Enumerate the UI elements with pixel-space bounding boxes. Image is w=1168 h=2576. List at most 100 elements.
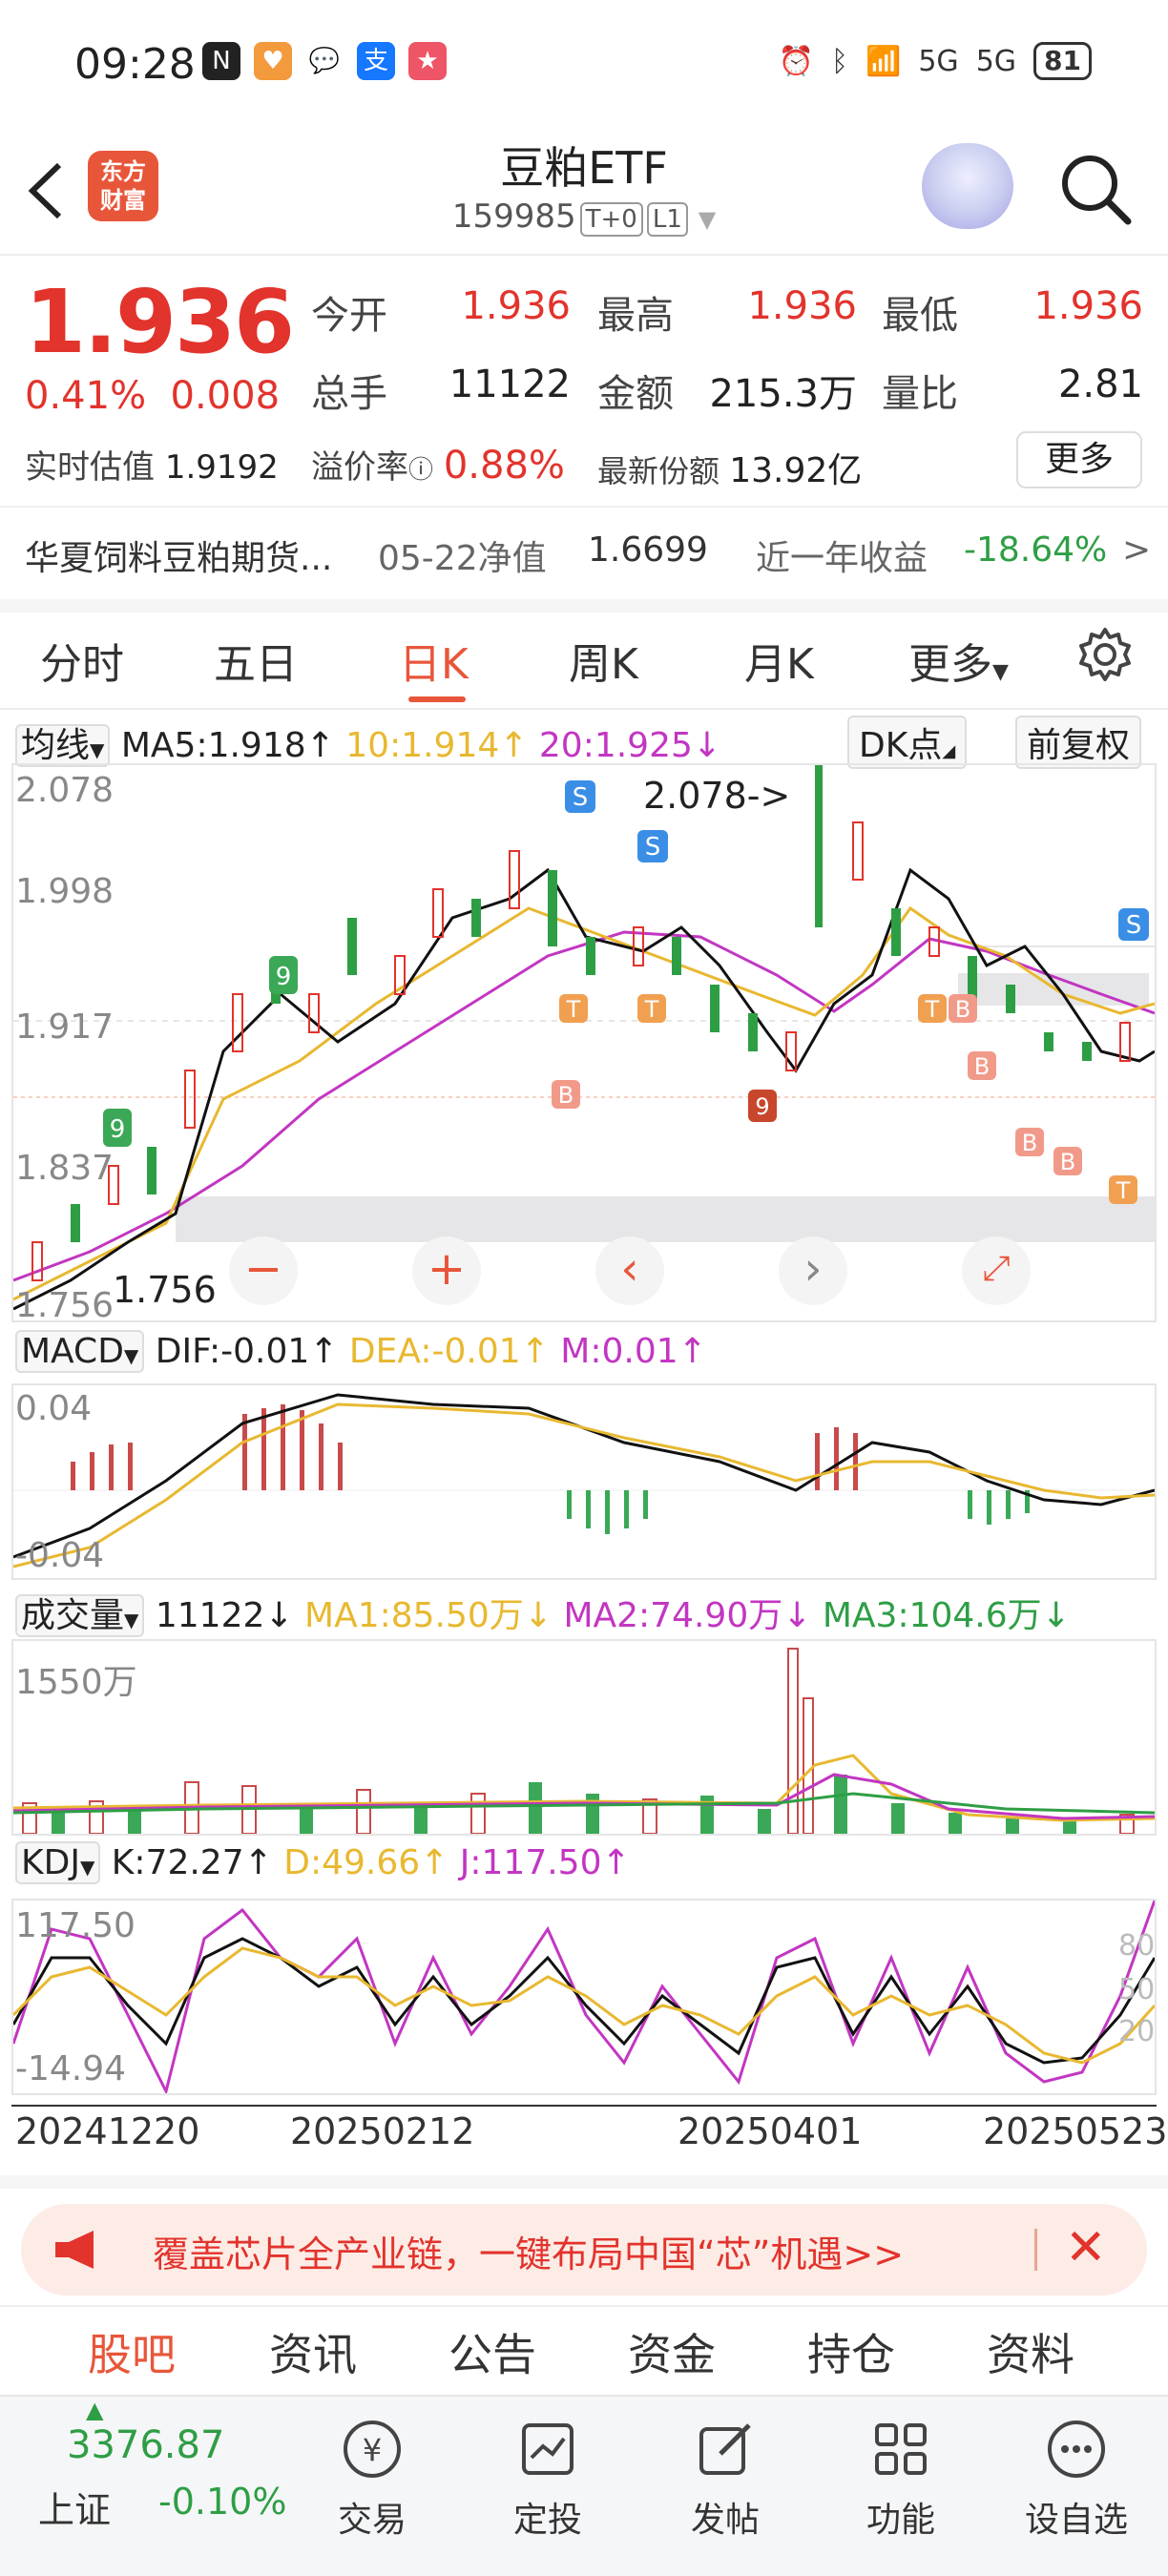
alarm-icon: ⏰ (778, 44, 814, 78)
tab-forum[interactable]: 股吧 (88, 2320, 176, 2383)
premium-row[interactable]: 溢价率ⓘ 0.88% (311, 441, 565, 488)
zoom-in-button[interactable]: + (412, 1236, 481, 1305)
arrow-down-icon: ↓ (1041, 1596, 1071, 1635)
tab-more-label: 更多 (908, 640, 992, 689)
amount-label: 金额 (597, 372, 674, 416)
tab-five-day[interactable]: 五日 (214, 630, 298, 691)
svg-text:B: B (955, 996, 970, 1023)
close-icon[interactable]: ✕ (1065, 2219, 1107, 2276)
year-return-value: -18.64% (964, 530, 1108, 570)
tab-profile[interactable]: 资料 (987, 2320, 1074, 2383)
volume-dropdown[interactable]: 成交量▼ (15, 1594, 145, 1637)
shopping-icon: ★ (408, 42, 447, 80)
dk-point-button[interactable]: DK点◢ (847, 716, 968, 769)
index-value[interactable]: 3376.87 (67, 2423, 224, 2467)
section-gap (0, 2175, 1168, 2189)
fullscreen-button[interactable]: ⤢ (962, 1236, 1031, 1305)
volume-chart[interactable]: 1550万 (11, 1639, 1157, 1836)
tab-news[interactable]: 资讯 (269, 2320, 357, 2383)
status-bar: 09:28 N ♥ 💬 支 ★ ⏰ ᛒ 📶 5G 5G 81 (0, 0, 1168, 134)
indicator-dropdown[interactable]: 均线▼ (15, 724, 111, 767)
macd-svg (12, 1393, 1156, 1568)
features-button[interactable]: 功能 (834, 2416, 968, 2542)
volume-ma3: MA3:104.6万 (822, 1596, 1042, 1635)
arrow-up-icon: ↑ (601, 1843, 631, 1882)
kdj-svg (11, 1900, 1157, 2096)
assistant-avatar[interactable] (922, 143, 1013, 229)
tab-capital[interactable]: 资金 (628, 2320, 716, 2383)
tab-more[interactable]: 更多▼ (908, 630, 1009, 691)
bluetooth-icon: ᛒ (830, 44, 848, 78)
nfc-icon: N (202, 42, 240, 80)
premium-label: 溢价率 (311, 448, 408, 487)
features-label: 功能 (866, 2501, 935, 2540)
high-label: 最高 (597, 294, 674, 338)
arrow-down-icon: ↓ (692, 726, 722, 765)
info-icon: ⓘ (408, 456, 434, 485)
ad-text[interactable]: 覆盖芯片全产业链，一键布局中国“芯”机遇>> (153, 2225, 904, 2277)
search-icon[interactable] (1057, 151, 1134, 227)
estimate-value: 1.9192 (164, 448, 279, 487)
more-button[interactable]: 更多 (1016, 431, 1142, 488)
index-change: -0.10% (158, 2481, 287, 2523)
divider (0, 254, 1168, 256)
svg-text:B: B (974, 1053, 990, 1080)
battery-icon: 81 (1033, 42, 1092, 80)
invest-plan-button[interactable]: 定投 (481, 2416, 615, 2542)
arrow-down-icon: ↓ (264, 1596, 294, 1635)
ratio-label: 量比 (882, 372, 958, 416)
estimate-row: 实时估值 1.9192 (25, 441, 279, 488)
adjust-button[interactable]: 前复权 (1015, 716, 1142, 769)
share-value: 13.92亿 (729, 451, 863, 490)
add-watchlist-label: 设自选 (1024, 2501, 1128, 2540)
nav-value: 1.6699 (588, 530, 708, 570)
tab-monthly-k[interactable]: 月K (744, 630, 814, 691)
kdj-chart[interactable]: 117.50 -14.94 80 50 20 (11, 1899, 1157, 2096)
svg-text:B: B (558, 1082, 574, 1109)
volume-label: 成交量 (21, 1596, 125, 1635)
active-tab-indicator (408, 696, 466, 702)
tab-holdings[interactable]: 持仓 (807, 2320, 895, 2383)
tab-announcements[interactable]: 公告 (448, 2320, 536, 2383)
caret-down-icon: ▼ (992, 660, 1009, 684)
trade-button[interactable]: ¥ 交易 (305, 2416, 439, 2542)
macd-y-bottom: -0.04 (15, 1536, 105, 1575)
arrow-up-icon: ↑ (243, 1843, 273, 1882)
scroll-right-button[interactable]: › (779, 1236, 847, 1305)
caret-down-icon: ▼ (79, 1856, 95, 1879)
volume-current: 11122 (155, 1596, 265, 1635)
post-button[interactable]: 发帖 (658, 2416, 792, 2542)
add-watchlist-button[interactable]: 设自选 (1010, 2416, 1143, 2542)
tab-weekly-k[interactable]: 周K (569, 630, 638, 691)
caret-down-icon: ▼ (124, 1609, 139, 1631)
signal-icon: 5G (918, 44, 959, 78)
kdj-dropdown[interactable]: KDJ▼ (15, 1841, 101, 1884)
tab-intraday[interactable]: 分时 (40, 630, 124, 691)
arrow-down-icon: ↓ (523, 1596, 553, 1635)
price-change: 0.41% 0.008 (25, 374, 280, 418)
kdj-y-bottom: -14.94 (15, 2049, 127, 2088)
macd-chart[interactable]: 0.04 -0.04 (11, 1383, 1157, 1580)
kline-chart[interactable]: S S S T T T T B B B B B 9 9 9 2.078 1.99… (11, 763, 1157, 1325)
volume-y-top: 1550万 (15, 1663, 137, 1702)
date-label-1: 20241220 (15, 2110, 200, 2152)
macd-dropdown[interactable]: MACD▼ (15, 1330, 145, 1373)
megaphone-icon (55, 2231, 94, 2269)
fund-info-row[interactable]: 华夏饲料豆粕期货... 05-22净值 1.6699 近一年收益 -18.64%… (25, 530, 1151, 580)
tab-daily-k[interactable]: 日K (399, 630, 469, 691)
gear-icon[interactable] (1076, 626, 1134, 683)
premium-value: 0.88% (443, 444, 565, 488)
arrow-up-icon: ↑ (420, 1843, 449, 1882)
chevron-right-icon: > (1122, 530, 1152, 570)
svg-text:T: T (1116, 1177, 1131, 1204)
invest-plan-label: 定投 (512, 2501, 582, 2540)
scroll-left-button[interactable]: ‹ (595, 1236, 664, 1305)
kdj-ref-80: 80 (1118, 1929, 1156, 1963)
zoom-out-button[interactable]: − (229, 1236, 298, 1305)
open-value: 1.936 (461, 284, 571, 328)
kdj-d: D:49.66 (283, 1843, 421, 1882)
support-zone (176, 1196, 1155, 1242)
arrow-down-small-icon: ▲ (86, 2397, 104, 2423)
edit-icon (699, 2423, 751, 2475)
macd-dea: DEA:-0.01 (348, 1332, 521, 1371)
